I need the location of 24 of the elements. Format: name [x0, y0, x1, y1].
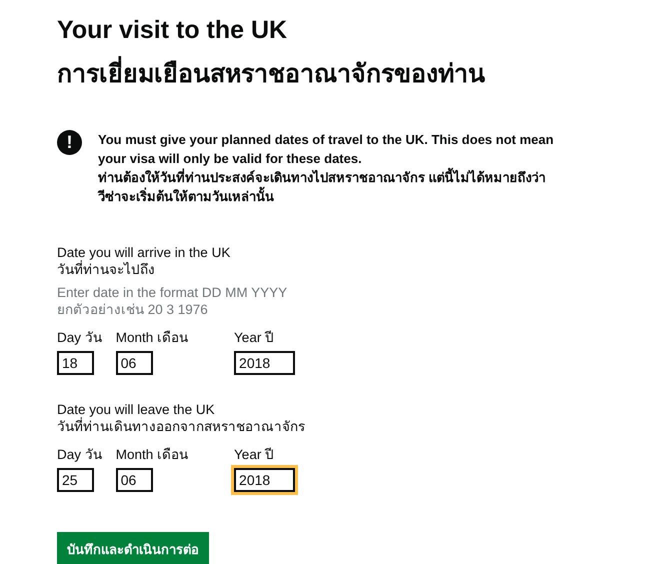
field-legend: วันที่ท่านจะไปถึง	[57, 261, 667, 278]
warning-icon: !	[57, 130, 82, 155]
date-input[interactable]: 18	[57, 351, 94, 375]
page-heading: การเยี่ยมเยือนสหราชอาณาจักรของท่าน	[57, 52, 667, 96]
date-input[interactable]: 2018	[234, 351, 296, 375]
field-label: Month เดือน	[116, 329, 188, 347]
field-label: Month เดือน	[116, 446, 188, 464]
field-legend: วันที่ท่านเดินทางออกจากสหราชอาณาจักร	[57, 418, 667, 435]
continue-button[interactable]: บันทึกและดำเนินการต่อ	[57, 532, 209, 564]
warning-text: You must give your planned dates of travel to the UK. This does not mean your visa will only be valid for these dates.	[98, 131, 555, 168]
date-input[interactable]: 25	[57, 468, 94, 492]
date-input[interactable]: 06	[116, 468, 153, 492]
field-label: Day วัน	[57, 329, 102, 347]
date-input[interactable]: 06	[116, 351, 153, 375]
field-legend: Date you will leave the UK	[57, 401, 667, 418]
field-label: Year ปี	[234, 329, 274, 347]
page-heading: Your visit to the UK	[57, 15, 288, 46]
hint-text: ยกตัวอย่างเช่น 20 3 1976	[57, 301, 209, 318]
date-input[interactable]: 2018	[234, 468, 296, 492]
warning-text: ท่านต้องให้วันที่ท่านประสงค์จะเดินทางไปสหราชอาณาจักร แต่นี้ไม่ได้หมายถึงว่าวีซ่าจะเริ่มต้นให้ตามวันเหล่านั้น	[98, 168, 560, 206]
hint-text: Enter date in the format DD MM YYYY	[57, 284, 288, 301]
field-label: Day วัน	[57, 446, 102, 464]
field-label: Year ปี	[234, 446, 274, 464]
field-legend: Date you will arrive in the UK	[57, 244, 667, 261]
